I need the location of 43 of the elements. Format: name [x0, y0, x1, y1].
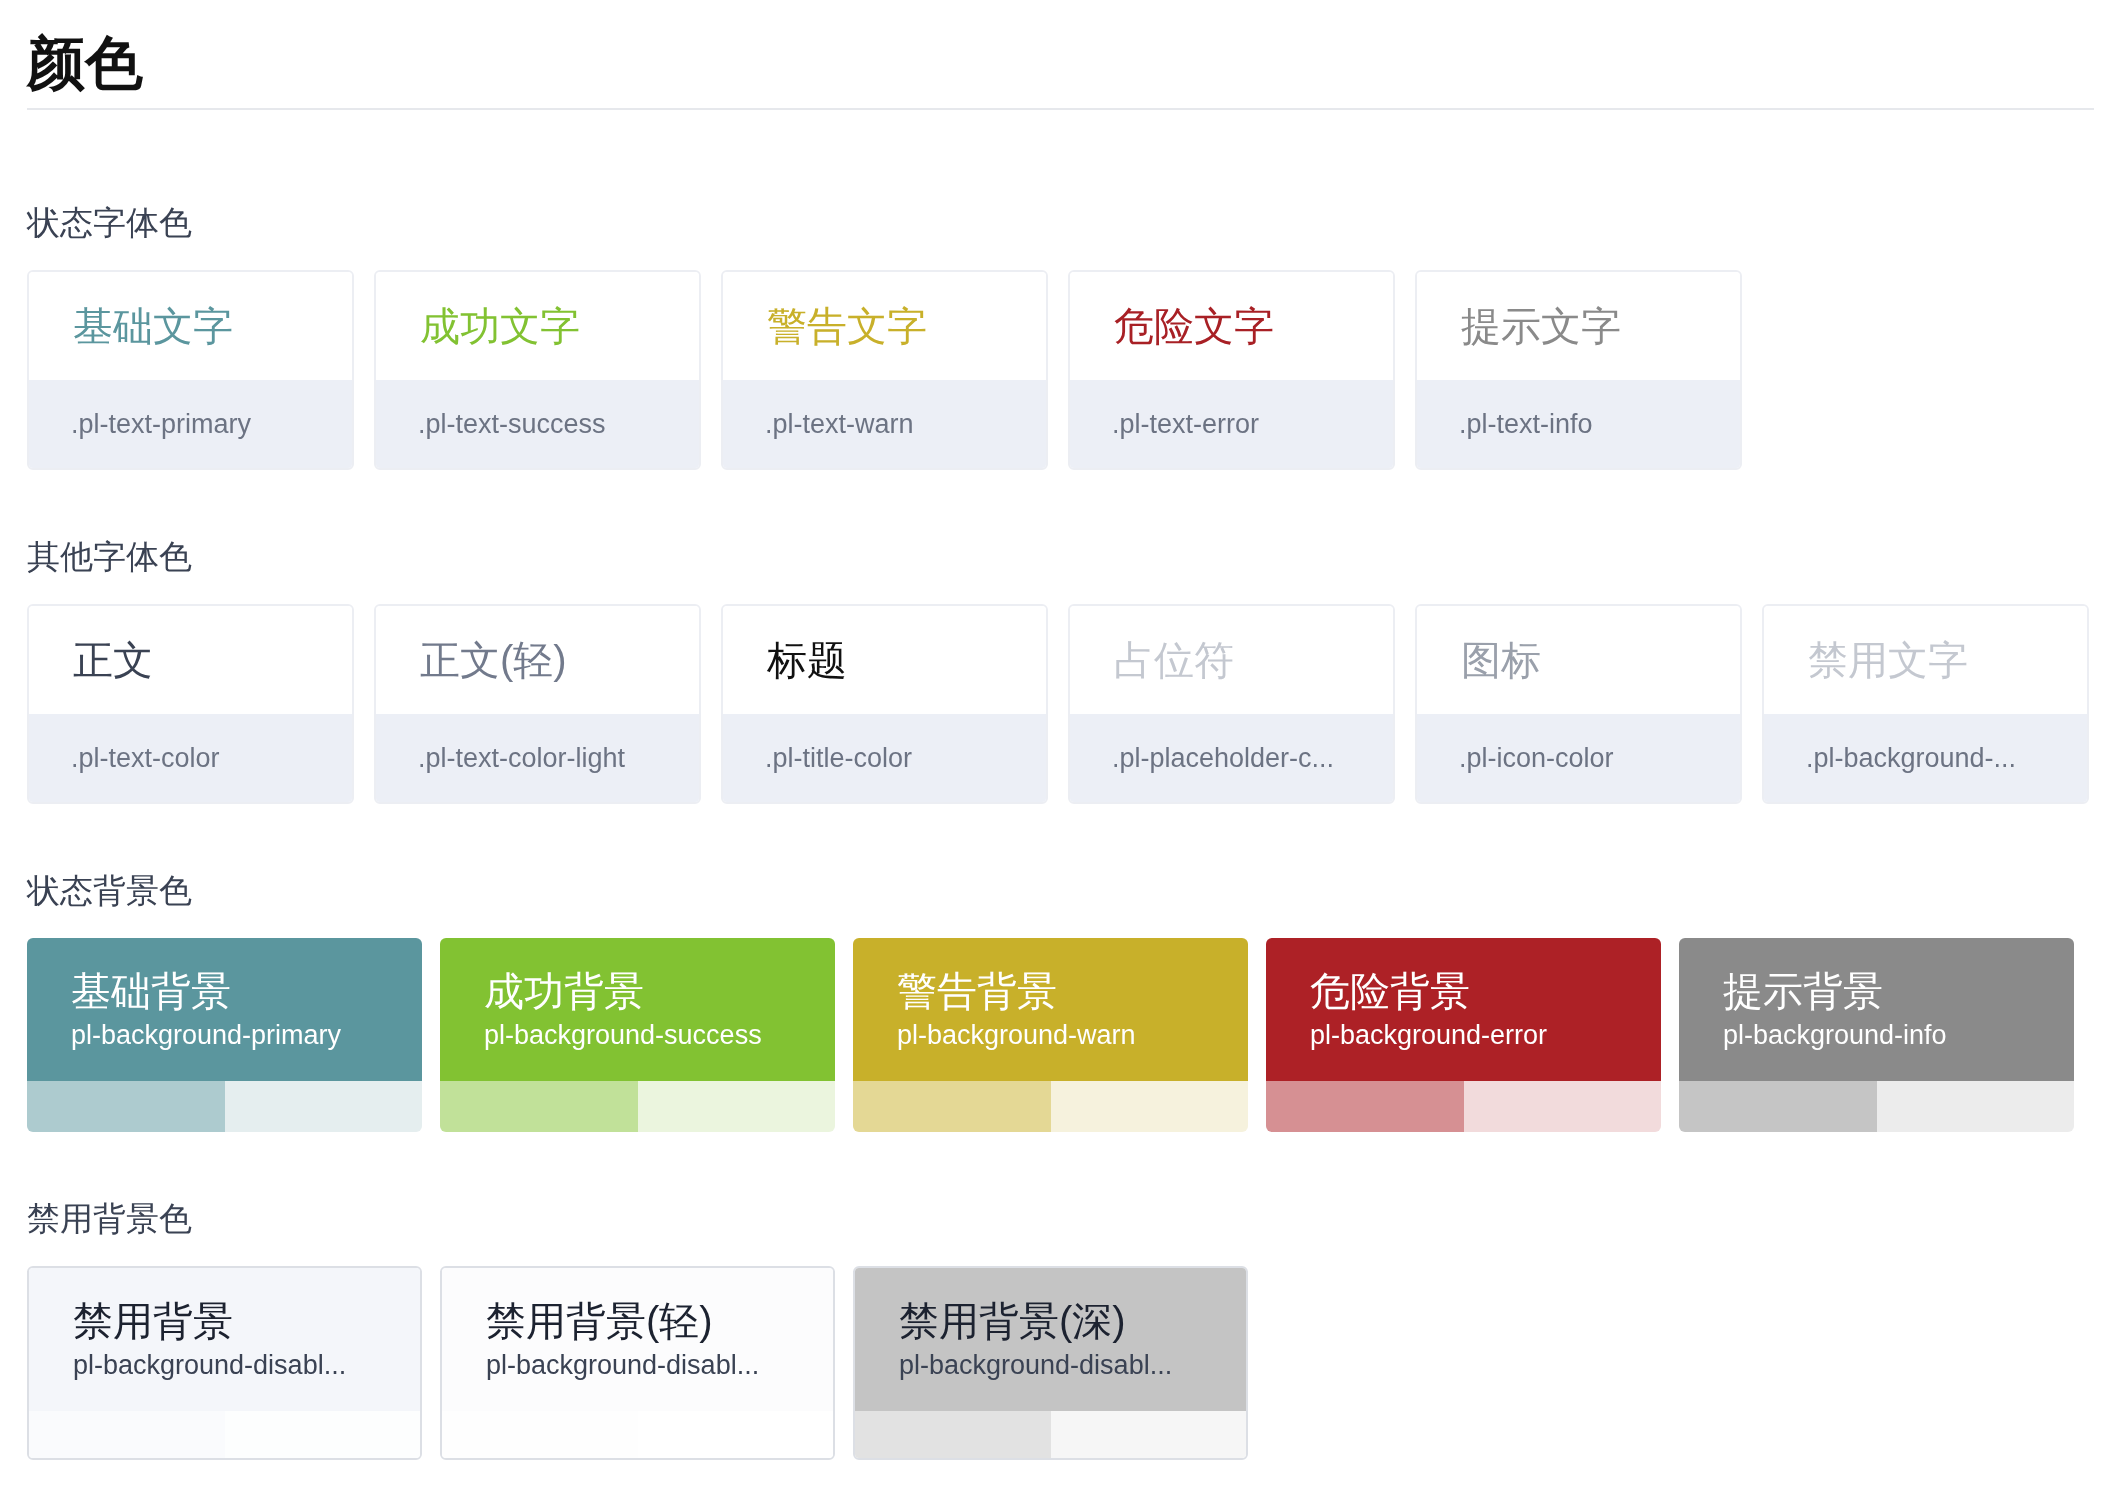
class-name: .pl-text-info [1459, 408, 1593, 440]
class-name: .pl-text-primary [71, 408, 252, 440]
swatch-title: 禁用背景(深) [899, 1297, 1127, 1345]
page-title: 颜色 [27, 29, 144, 97]
swatch-title: 提示背景 [1723, 967, 1884, 1015]
class-name: .pl-text-error [1112, 408, 1260, 440]
class-name: pl-background-disabl... [73, 1348, 348, 1382]
swatch-title: 成功背景 [484, 967, 645, 1015]
class-name: .pl-text-color-light [418, 742, 626, 774]
section-heading: 禁用背景色 [27, 1199, 193, 1239]
section-heading: 状态字体色 [27, 203, 193, 243]
color-sample-text: 禁用文字 [1808, 636, 1968, 684]
swatch-title: 危险背景 [1310, 967, 1471, 1015]
color-sample-text: 图标 [1461, 636, 1541, 684]
color-sample-text: 占位符 [1114, 636, 1234, 684]
class-name: .pl-placeholder-c... [1112, 742, 1335, 774]
class-name: pl-background-disabl... [486, 1348, 761, 1382]
class-name: .pl-background-... [1806, 742, 2017, 774]
swatch-title: 禁用背景 [73, 1297, 234, 1345]
color-sample-text: 标题 [767, 636, 847, 684]
class-name: .pl-text-warn [765, 408, 914, 440]
class-name: pl-background-disabl... [899, 1348, 1174, 1382]
color-sample-text: 危险文字 [1114, 302, 1274, 350]
class-name: pl-background-success [484, 1018, 763, 1052]
swatch-title: 警告背景 [897, 967, 1058, 1015]
class-name: pl-background-warn [897, 1018, 1137, 1052]
class-name: pl-background-error [1310, 1018, 1549, 1052]
color-sample-text: 提示文字 [1461, 302, 1621, 350]
section-heading: 其他字体色 [27, 537, 193, 577]
class-name: .pl-icon-color [1459, 742, 1614, 774]
class-name: .pl-text-color [71, 742, 220, 774]
class-name: .pl-title-color [765, 742, 913, 774]
class-name: pl-background-info [1723, 1018, 1948, 1052]
class-name: pl-background-primary [71, 1018, 343, 1052]
color-sample-text: 警告文字 [767, 302, 927, 350]
swatch-title: 基础背景 [71, 967, 232, 1015]
swatch-title: 禁用背景(轻) [486, 1297, 714, 1345]
section-heading: 状态背景色 [27, 871, 193, 911]
color-sample-text: 正文(轻) [420, 636, 567, 684]
class-name: .pl-text-success [418, 408, 606, 440]
color-sample-text: 成功文字 [420, 302, 580, 350]
color-sample-text: 正文 [73, 636, 153, 684]
color-sample-text: 基础文字 [73, 302, 233, 350]
